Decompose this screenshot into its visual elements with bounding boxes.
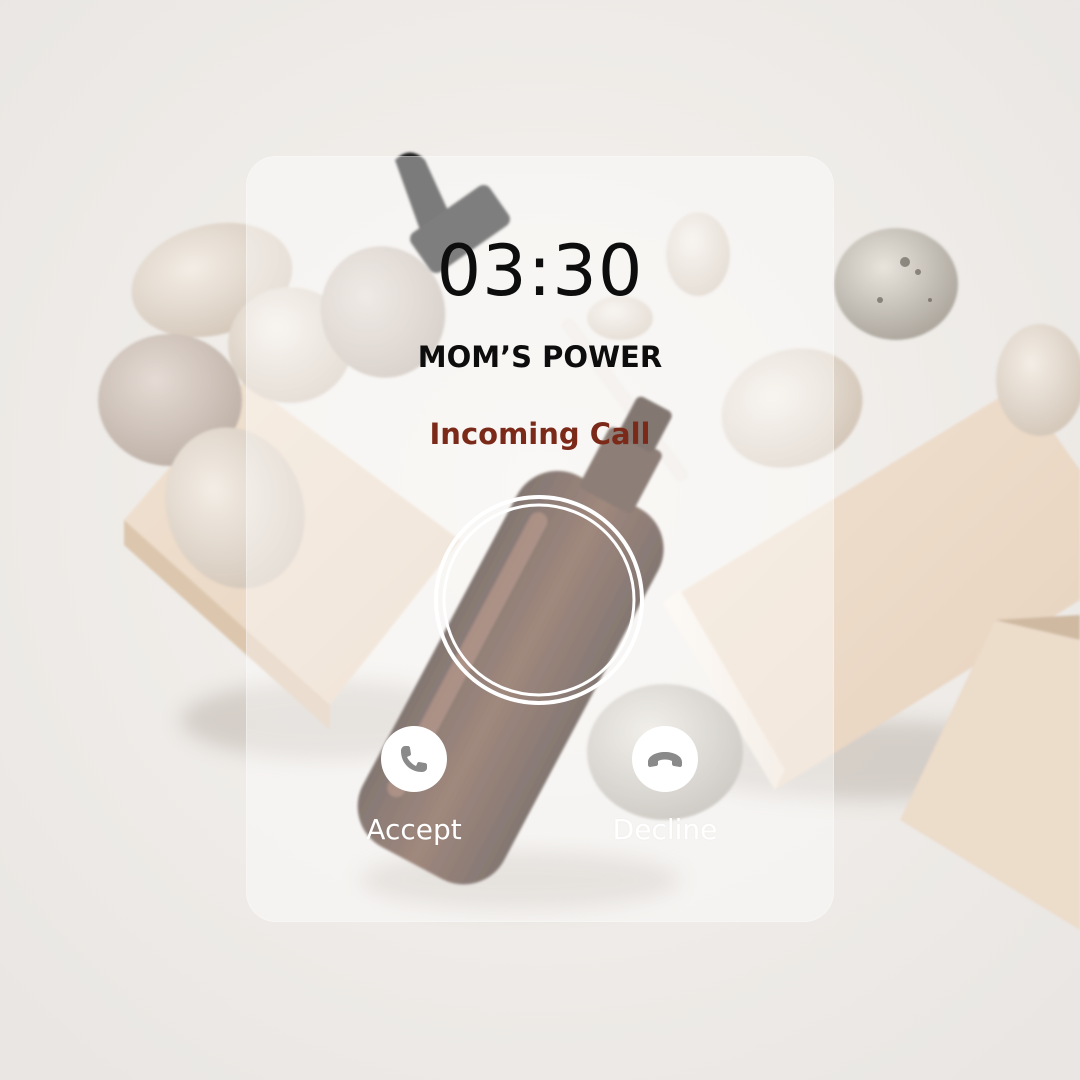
call-timer: 03:30 [436, 230, 644, 312]
phone-icon [401, 746, 427, 772]
accept-label[interactable]: Accept [314, 812, 514, 848]
decline-label[interactable]: Decline [565, 812, 765, 848]
ring-graphic [433, 494, 645, 706]
decline-button[interactable] [632, 726, 698, 792]
caller-name: MOM’S POWER [417, 340, 663, 374]
call-status: Incoming Call [429, 417, 651, 451]
phone-hangup-icon [648, 752, 682, 767]
accept-button[interactable] [381, 726, 447, 792]
